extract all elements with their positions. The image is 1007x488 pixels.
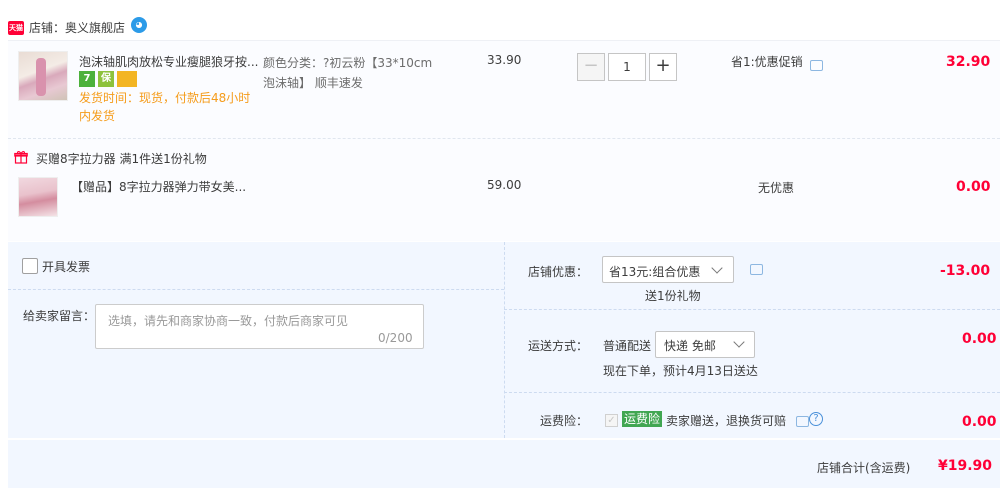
sku-line: 颜色分类：?初云粉【33*10cm	[263, 56, 433, 70]
shop-discount-selected: 省13元:组合优惠	[609, 265, 701, 279]
shipping-eta: 现在下单，预计4月13日送达	[603, 364, 758, 378]
message-icon[interactable]	[796, 416, 809, 427]
shop-total-label: 店铺合计(含运费)	[817, 461, 911, 475]
gift-icon	[14, 151, 28, 164]
shipping-label: 运送方式：	[528, 339, 589, 353]
item-discount: 省1:优惠促销	[731, 55, 803, 69]
divider	[504, 392, 1000, 393]
service-icons: 7 保	[79, 71, 137, 87]
gift-promotion: 买赠8字拉力器 满1件送1份礼物	[36, 152, 207, 166]
divider	[8, 289, 504, 290]
message-icon[interactable]	[810, 60, 823, 71]
credit-card-icon	[117, 71, 137, 87]
shipping-method: 普通配送	[603, 339, 652, 353]
gift-discount: 无优惠	[758, 181, 795, 195]
shipping-selected: 快递 免邮	[664, 339, 716, 353]
gift-title-link[interactable]: 【赠品】8字拉力器弹力带女美...	[71, 178, 246, 195]
shop-total-value: ¥19.90	[938, 458, 993, 474]
memo-label: 给卖家留言：	[23, 309, 96, 323]
seven-day-return-icon: 7	[79, 71, 95, 87]
shipping-value: 0.00	[962, 331, 997, 347]
divider	[504, 242, 505, 438]
help-icon[interactable]: ?	[809, 412, 823, 426]
unit-price: 33.90	[487, 53, 522, 67]
shop-discount-value: -13.00	[940, 263, 991, 279]
quantity-input[interactable]: 1	[608, 53, 646, 81]
shop-discount-label: 店铺优惠：	[528, 265, 589, 279]
guarantee-icon: 保	[98, 71, 114, 87]
ship-time-notice: 发货时间：现货，付款后48小时内发货	[79, 91, 251, 123]
divider	[504, 309, 1000, 310]
memo-placeholder: 选填，请先和商家协商一致，付款后商家可见	[108, 314, 349, 328]
wangwang-chat-icon[interactable]: ◕	[131, 17, 147, 33]
insurance-label: 运费险：	[540, 414, 589, 428]
gift-note: 送1份礼物	[645, 289, 701, 303]
insurance-text: 卖家赠送，退换货可赔	[666, 414, 787, 428]
message-icon[interactable]	[750, 264, 763, 275]
sku-line: 泡沫轴】 顺丰速发	[263, 76, 363, 90]
shop-name[interactable]: 店铺：奥义旗舰店	[29, 19, 125, 36]
insurance-badge: 运费险	[622, 411, 663, 427]
quantity-decrease-button[interactable]: −	[577, 53, 605, 81]
invoice-checkbox[interactable]	[22, 258, 38, 274]
quantity-stepper: − 1 +	[577, 53, 677, 81]
insurance-value: 0.00	[962, 414, 997, 430]
product-title-link[interactable]: 泡沫轴肌肉放松专业瘦腿狼牙按...	[79, 53, 264, 70]
gift-total: 0.00	[956, 179, 991, 195]
product-thumbnail[interactable]	[18, 51, 68, 101]
item-total: 32.90	[946, 54, 991, 70]
tmall-logo-icon: 天猫	[8, 21, 24, 35]
order-items-panel	[8, 40, 1000, 241]
insurance-checkbox: ✓	[605, 414, 618, 427]
quantity-increase-button[interactable]: +	[649, 53, 677, 81]
sku-info: 颜色分类：?初云粉【33*10cm 泡沫轴】 顺丰速发	[263, 53, 453, 93]
gift-unit-price: 59.00	[487, 178, 522, 192]
invoice-label[interactable]: 开具发票	[42, 258, 90, 275]
gift-thumbnail[interactable]	[18, 177, 58, 217]
row-divider	[8, 138, 1000, 139]
memo-char-count: 0/200	[378, 331, 413, 345]
